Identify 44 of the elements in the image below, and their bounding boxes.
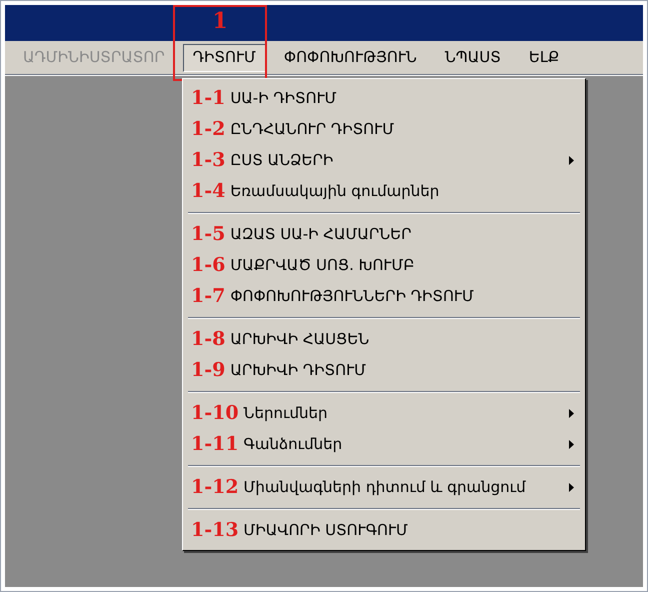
menu-item[interactable]: ՓՈՓՈԽՈՒԹՅՈՒՆ (274, 44, 427, 72)
option-label: ՍԱ-Ի ԴԻՏՈՒՄ (230, 88, 338, 110)
option-label: Ներումներ (244, 403, 329, 424)
annotation-number: 1-13 (191, 518, 239, 544)
menu-option[interactable]: 1-13 ՄԻԱՎՈՐԻ ՍՏՈՒԳՈՒՄ (186, 515, 582, 546)
option-label: ԱԶԱՏ ՍԱ-Ի ՀԱՄԱՐՆԵՐ (230, 224, 413, 246)
annotation-number: 1-4 (191, 179, 226, 204)
annotation-number: 1-11 (191, 432, 239, 458)
annotation-number: 1-12 (191, 475, 239, 500)
option-label: Գանձումներ (244, 434, 344, 456)
option-label: ՄԻԱՎՈՐԻ ՍՏՈՒԳՈՒՄ (244, 520, 409, 542)
menu-option[interactable]: 1-11 Գանձումներ (186, 429, 582, 460)
annotation-number: 1-9 (191, 358, 226, 384)
menu-option[interactable]: 1-9 ԱՐԽԻՎԻ ԴԻՏՈՒՄ (186, 355, 582, 386)
option-label: Միանվագների դիտում և գրանցում (244, 477, 527, 498)
menu-option[interactable]: 1-4 Եռամսակային գումարներ (186, 176, 582, 207)
annotation-number: 1-8 (191, 327, 226, 352)
annotation-number: 1-5 (191, 222, 226, 248)
menu-option[interactable]: 1-10 Ներումներ (186, 398, 582, 429)
menu-option[interactable]: 1-6 ՄԱՔՐՎԱԾ ՍՈՑ. ԽՈՒՄԲ (186, 250, 582, 281)
menu-option[interactable]: 1-3 ԸՍՏ ԱՆՁԵՐԻ (186, 145, 582, 176)
option-label: ԸՆԴՀԱՆՈՒՐ ԴԻՏՈՒՄ (230, 119, 396, 140)
menu-item[interactable]: ՆՊԱՍՏ (434, 44, 511, 72)
annotation-number: 1-3 (191, 148, 226, 174)
menu-option[interactable]: 1-5 ԱԶԱՏ ՍԱ-Ի ՀԱՄԱՐՆԵՐ (186, 219, 582, 250)
annotation-number: 1-1 (191, 86, 226, 112)
annotation-number: 1-7 (191, 284, 226, 310)
menu-option[interactable]: 1-2 ԸՆԴՀԱՆՈՒՐ ԴԻՏՈՒՄ (186, 114, 582, 145)
menu-option[interactable]: 1-7 ՓՈՓՈԽՈՒԹՅՈՒՆՆԵՐԻ ԴԻՏՈՒՄ (186, 281, 582, 312)
annotation-number: 1-6 (191, 253, 226, 278)
option-label: ՓՈՓՈԽՈՒԹՅՈՒՆՆԵՐԻ ԴԻՏՈՒՄ (230, 286, 475, 308)
menu-option[interactable]: 1-12 Միանվագների դիտում և գրանցում (186, 472, 582, 503)
menu-option[interactable]: 1-1 ՍԱ-Ի ԴԻՏՈՒՄ (186, 83, 582, 114)
annotation-number: 1-2 (191, 117, 226, 142)
option-label: ԱՐԽԻՎԻ ԴԻՏՈՒՄ (230, 360, 368, 382)
menu-item[interactable]: ԴԻՏՈՒՄ (182, 44, 266, 72)
option-label: ՄԱՔՐՎԱԾ ՍՈՑ. ԽՈՒՄԲ (230, 255, 416, 276)
annotation-number: 1-10 (191, 401, 239, 426)
menu-item[interactable]: ԵԼՔ (518, 44, 570, 72)
option-label: Եռամսակային գումարներ (230, 181, 440, 202)
menu-option[interactable]: 1-8 ԱՐԽԻՎԻ ՀԱՍՑԵՆ (186, 324, 582, 355)
option-label: ԱՐԽԻՎԻ ՀԱՍՑԵՆ (230, 329, 370, 350)
option-label: ԸՍՏ ԱՆՁԵՐԻ (230, 150, 334, 172)
annotation-number: 1 (212, 10, 228, 32)
